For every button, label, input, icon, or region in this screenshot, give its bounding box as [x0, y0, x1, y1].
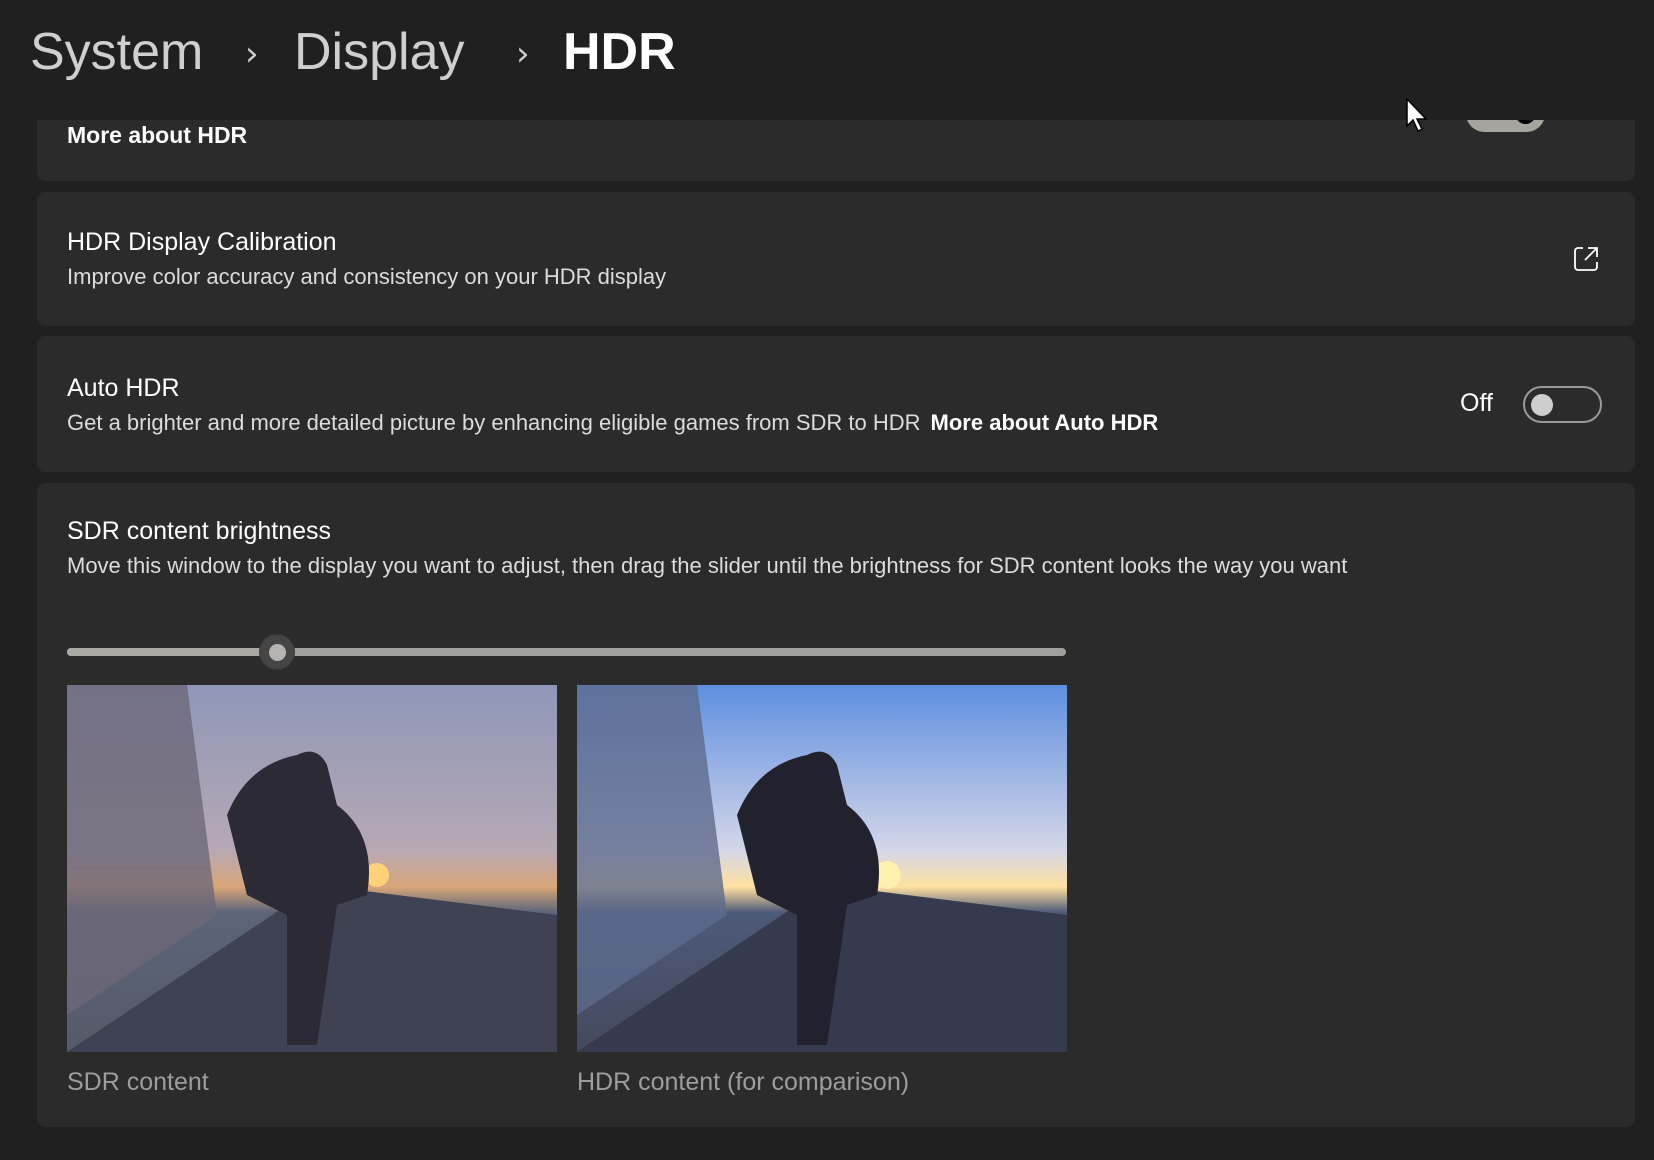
toggle-knob	[1531, 394, 1553, 416]
auto-hdr-title: Auto HDR	[67, 374, 180, 402]
slider-fill	[67, 648, 277, 656]
hdr-content-image	[577, 685, 1067, 1052]
auto-hdr-card: Auto HDR Get a brighter and more detaile…	[37, 336, 1635, 472]
hdr-content-caption: HDR content (for comparison)	[577, 1068, 910, 1096]
slider-thumb[interactable]	[258, 634, 295, 670]
breadcrumb-system[interactable]: System	[30, 22, 203, 82]
calibration-card[interactable]: HDR Display Calibration Improve color ac…	[37, 192, 1635, 326]
mouse-cursor-icon	[1406, 98, 1428, 133]
breadcrumb-separator: ›	[516, 34, 530, 74]
header: System › Display › HDR	[0, 0, 1654, 133]
sdr-brightness-title: SDR content brightness	[67, 517, 332, 545]
auto-hdr-description: Get a brighter and more detailed picture…	[67, 410, 921, 435]
sdr-brightness-subtitle: Move this window to the display you want…	[67, 553, 1348, 578]
sdr-content-caption: SDR content	[67, 1068, 209, 1096]
sdr-content-image	[67, 685, 557, 1052]
sdr-brightness-slider[interactable]	[67, 634, 1066, 670]
sdr-brightness-card: SDR content brightness Move this window …	[37, 483, 1635, 1127]
more-about-hdr-link[interactable]: More about HDR	[67, 122, 247, 149]
more-about-auto-hdr-link[interactable]: More about Auto HDR	[931, 410, 1159, 435]
auto-hdr-state: Off	[1460, 389, 1493, 417]
auto-hdr-subtitle: Get a brighter and more detailed picture…	[67, 410, 1158, 436]
slider-thumb-dot	[268, 644, 286, 661]
breadcrumb-separator: ›	[245, 34, 259, 74]
auto-hdr-toggle[interactable]	[1523, 386, 1602, 423]
page-title: HDR	[563, 23, 676, 81]
calibration-title: HDR Display Calibration	[67, 228, 337, 256]
calibration-subtitle: Improve color accuracy and consistency o…	[67, 264, 667, 289]
breadcrumb-display[interactable]: Display	[294, 22, 465, 82]
open-external-icon	[1574, 247, 1598, 271]
